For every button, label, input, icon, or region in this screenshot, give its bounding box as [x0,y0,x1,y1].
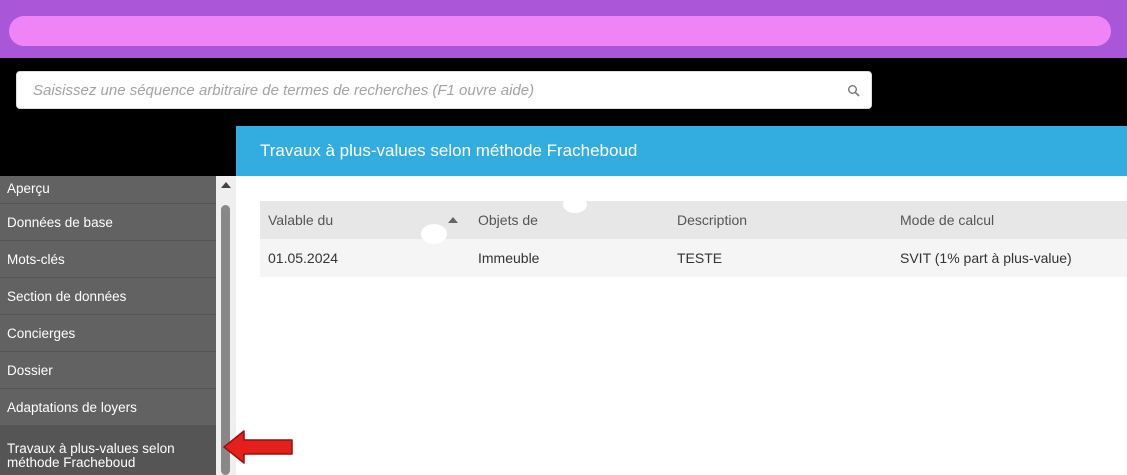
sidebar-item-donnees-de-base[interactable]: Données de base [0,204,216,241]
cell-description: TESTE [677,250,723,266]
white-blob-decoration [563,196,587,213]
sidebar-item-adaptations-de-loyers[interactable]: Adaptations de loyers [0,389,216,426]
sort-ascending-icon[interactable] [448,217,458,223]
sidebar-item-label: Travaux à plus-values selon [7,441,175,456]
pointer-arrow-icon [223,430,293,464]
column-header-description[interactable]: Description [677,201,747,239]
sidebar-item-label: Adaptations de loyers [7,400,137,415]
sidebar-item-label: Concierges [7,326,76,341]
sidebar-item-section-de-donnees[interactable]: Section de données [0,278,216,315]
sidebar: Aperçu Données de base Mots-clés Section… [0,176,216,475]
sidebar-item-label: Données de base [7,215,113,230]
top-pill-bar [9,16,1111,46]
sidebar-item-apercu[interactable]: Aperçu [0,176,216,204]
sidebar-item-concierges[interactable]: Concierges [0,315,216,352]
cell-objets-de: Immeuble [478,250,540,266]
sidebar-item-label: Dossier [7,363,53,378]
column-header-mode-de-calcul[interactable]: Mode de calcul [900,201,994,239]
sidebar-item-travaux-plus-values[interactable]: Travaux à plus-values selon méthode Frac… [0,426,216,475]
title-bar: Travaux à plus-values selon méthode Frac… [236,126,1127,176]
table-row[interactable]: 01.05.2024 Immeuble TESTE SVIT (1% part … [260,239,1127,277]
cell-valable-du: 01.05.2024 [268,250,339,266]
scroll-up-arrow-icon[interactable] [221,182,231,188]
white-blob-decoration [421,224,447,244]
sidebar-item-dossier[interactable]: Dossier [0,352,216,389]
sidebar-item-mots-cles[interactable]: Mots-clés [0,241,216,278]
column-header-valable-du[interactable]: Valable du [268,201,333,239]
search-icon[interactable] [847,84,861,98]
sidebar-item-label: Mots-clés [7,252,65,267]
page-title: Travaux à plus-values selon méthode Frac… [260,141,638,160]
column-header-objets-de[interactable]: Objets de [478,201,538,239]
search-placeholder: Saisissez une séquence arbitraire de ter… [33,82,535,99]
top-strip [0,0,1127,58]
search-input[interactable]: Saisissez une séquence arbitraire de ter… [16,71,872,109]
sidebar-header [0,126,236,176]
table-header: Valable du Objets de Description Mode de… [260,201,1127,239]
cell-mode-de-calcul: SVIT (1% part à plus-value) [900,250,1072,266]
sidebar-item-label: méthode Fracheboud [7,455,136,470]
sidebar-item-label: Section de données [7,289,127,304]
sidebar-item-label: Aperçu [7,181,50,196]
